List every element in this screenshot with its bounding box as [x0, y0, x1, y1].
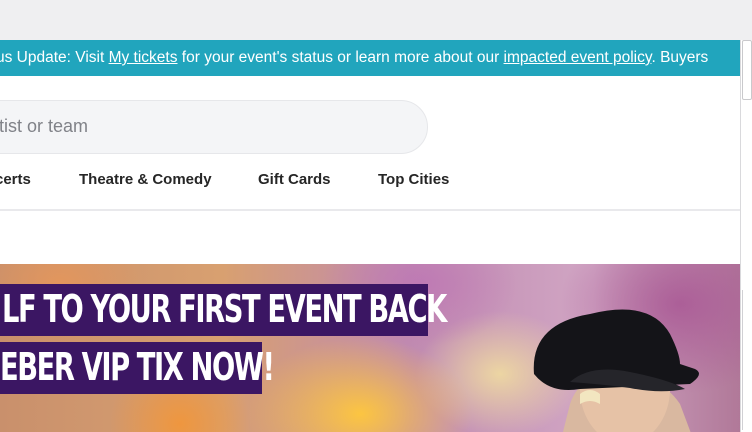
my-tickets-link[interactable]: My tickets	[109, 49, 178, 66]
nav-item-top-cities[interactable]: Top Cities	[378, 171, 449, 188]
banner-text: us Update: Visit My tickets for your eve…	[0, 40, 708, 76]
nav-item-concerts[interactable]: certs	[0, 171, 31, 188]
banner-tail-text: . Buyers	[651, 49, 709, 66]
scrollbar-thumb[interactable]	[742, 40, 752, 100]
impacted-event-policy-link[interactable]: impacted event policy	[504, 49, 652, 66]
banner-middle-text: for your event's status or learn more ab…	[177, 49, 504, 66]
hero-headline-line2: EBER VIP TIX NOW!	[0, 342, 275, 394]
nav-item-theatre-comedy[interactable]: Theatre & Comedy	[79, 171, 212, 188]
scrollbar-track[interactable]	[742, 290, 752, 430]
search-input[interactable]: tist or team	[0, 116, 88, 137]
hero-headline-line1: LF TO YOUR FIRST EVENT BACK	[0, 284, 447, 336]
top-strip	[0, 0, 752, 40]
status-update-banner: us Update: Visit My tickets for your eve…	[0, 40, 740, 76]
hero-headline-line2-text: EBER VIP TIX NOW!	[0, 345, 275, 389]
artist-photo	[533, 309, 699, 432]
page: us Update: Visit My tickets for your eve…	[0, 0, 752, 432]
hero-banner[interactable]: LF TO YOUR FIRST EVENT BACK EBER VIP TIX…	[0, 264, 742, 432]
banner-lead-text: us Update: Visit	[0, 49, 109, 66]
nav-divider	[0, 209, 740, 211]
hero-headline-line1-text: LF TO YOUR FIRST EVENT BACK	[2, 287, 447, 331]
category-nav: certs Theatre & Comedy Gift Cards Top Ci…	[0, 163, 740, 199]
nav-item-gift-cards[interactable]: Gift Cards	[258, 171, 331, 188]
